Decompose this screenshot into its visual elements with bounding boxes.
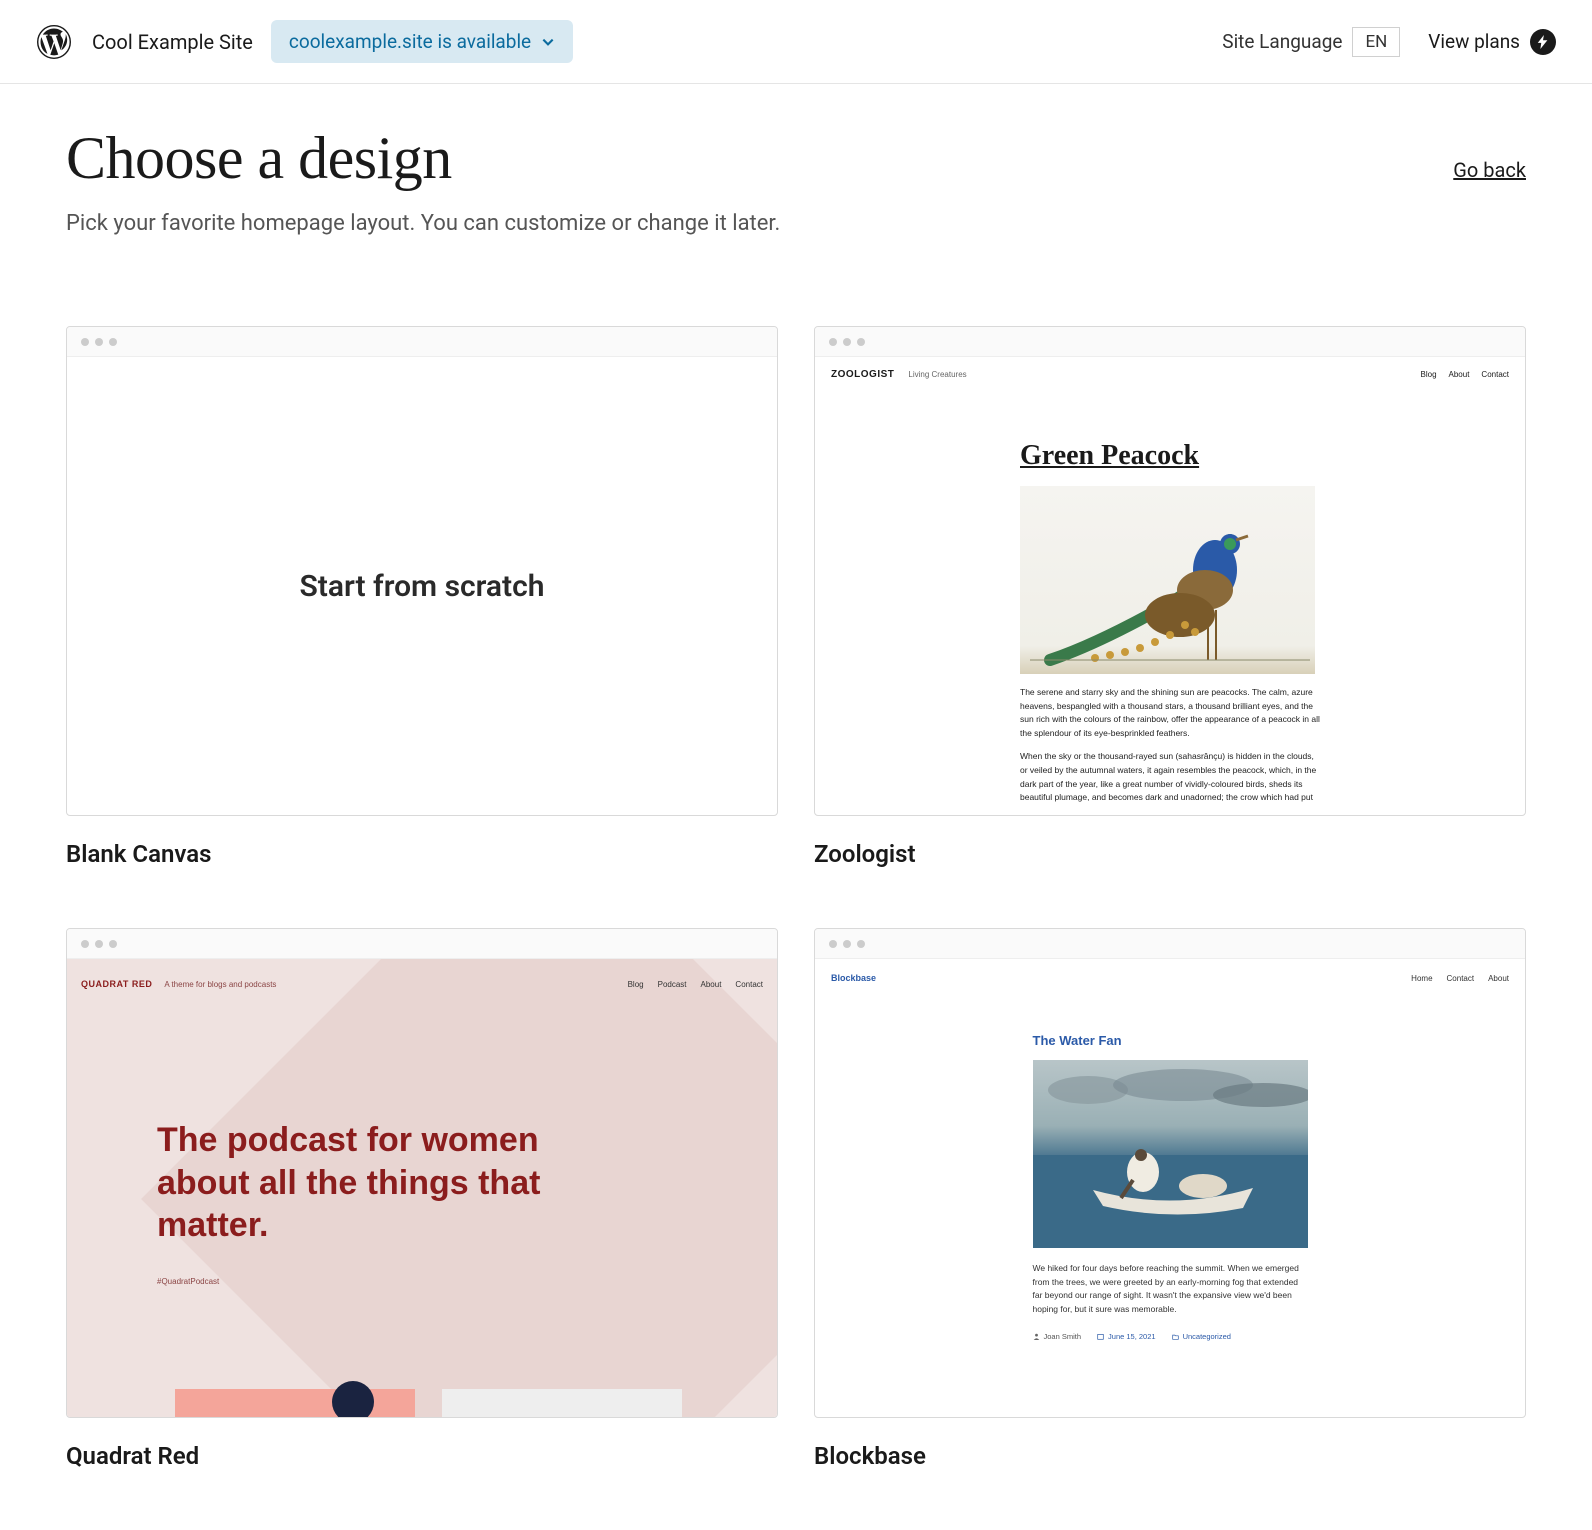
site-language-selector[interactable]: Site Language EN xyxy=(1222,27,1400,57)
wordpress-logo-icon[interactable] xyxy=(36,24,72,60)
preview-browser-bar xyxy=(67,327,777,357)
theme-name: Blockbase xyxy=(814,1442,1526,1470)
preview-browser-bar xyxy=(815,929,1525,959)
start-from-scratch-label: Start from scratch xyxy=(299,569,544,604)
flash-icon xyxy=(1530,29,1556,55)
preview-tagline: A theme for blogs and podcasts xyxy=(164,980,276,989)
preview-post-title: The Water Fan xyxy=(1033,1033,1308,1048)
page-title: Choose a design xyxy=(66,124,452,193)
folder-icon xyxy=(1172,1333,1179,1340)
go-back-link[interactable]: Go back xyxy=(1453,158,1526,182)
preview-post-meta: Joan Smith June 15, 2021 Uncategorized xyxy=(1033,1332,1308,1341)
preview-image-peacock xyxy=(1020,486,1315,674)
theme-name: Quadrat Red xyxy=(66,1442,778,1470)
view-plans-label: View plans xyxy=(1428,30,1520,53)
site-language-label: Site Language xyxy=(1222,30,1342,53)
domain-availability-pill[interactable]: coolexample.site is available xyxy=(271,20,573,63)
preview-browser-bar xyxy=(67,929,777,959)
preview-headline: The podcast for women about all the thin… xyxy=(157,1119,577,1247)
theme-name: Zoologist xyxy=(814,840,1526,868)
site-name: Cool Example Site xyxy=(92,30,253,54)
preview-hashtag: #QuadratPodcast xyxy=(157,1277,687,1286)
preview-card xyxy=(175,1389,415,1417)
domain-status-text: coolexample.site is available xyxy=(289,30,531,53)
preview-image-boat xyxy=(1033,1060,1308,1248)
language-code-badge: EN xyxy=(1352,27,1400,57)
preview-nav: Blog Podcast About Contact xyxy=(628,980,763,989)
preview-nav: Home Contact About xyxy=(1411,974,1509,983)
preview-post-title: Green Peacock xyxy=(1020,440,1320,472)
calendar-icon xyxy=(1097,1333,1104,1340)
theme-name: Blank Canvas xyxy=(66,840,778,868)
preview-paragraph: The serene and starry sky and the shinin… xyxy=(1020,686,1320,740)
person-icon xyxy=(1033,1333,1040,1340)
theme-card-zoologist[interactable]: ZOOLOGIST Living Creatures Blog About Co… xyxy=(814,326,1526,868)
preview-nav: Blog About Contact xyxy=(1421,370,1510,379)
preview-card xyxy=(442,1389,682,1417)
app-header: Cool Example Site coolexample.site is av… xyxy=(0,0,1592,84)
theme-card-blockbase[interactable]: Blockbase Home Contact About The Water F… xyxy=(814,928,1526,1470)
preview-avatar xyxy=(332,1381,374,1417)
preview-logo: QUADRAT RED xyxy=(81,979,152,989)
preview-paragraph: When the sky or the thousand-rayed sun (… xyxy=(1020,750,1320,804)
preview-paragraph: We hiked for four days before reaching t… xyxy=(1033,1262,1308,1316)
view-plans-link[interactable]: View plans xyxy=(1428,29,1556,55)
preview-browser-bar xyxy=(815,327,1525,357)
preview-tagline: Living Creatures xyxy=(908,370,966,379)
preview-logo: Blockbase xyxy=(831,973,876,983)
chevron-down-icon xyxy=(541,35,555,49)
page-subtitle: Pick your favorite homepage layout. You … xyxy=(66,211,1526,236)
theme-grid: Start from scratch Blank Canvas ZOOLOGIS… xyxy=(66,326,1526,1470)
theme-card-quadrat-red[interactable]: QUADRAT RED A theme for blogs and podcas… xyxy=(66,928,778,1470)
preview-logo: ZOOLOGIST xyxy=(831,369,894,380)
theme-card-blank-canvas[interactable]: Start from scratch Blank Canvas xyxy=(66,326,778,868)
